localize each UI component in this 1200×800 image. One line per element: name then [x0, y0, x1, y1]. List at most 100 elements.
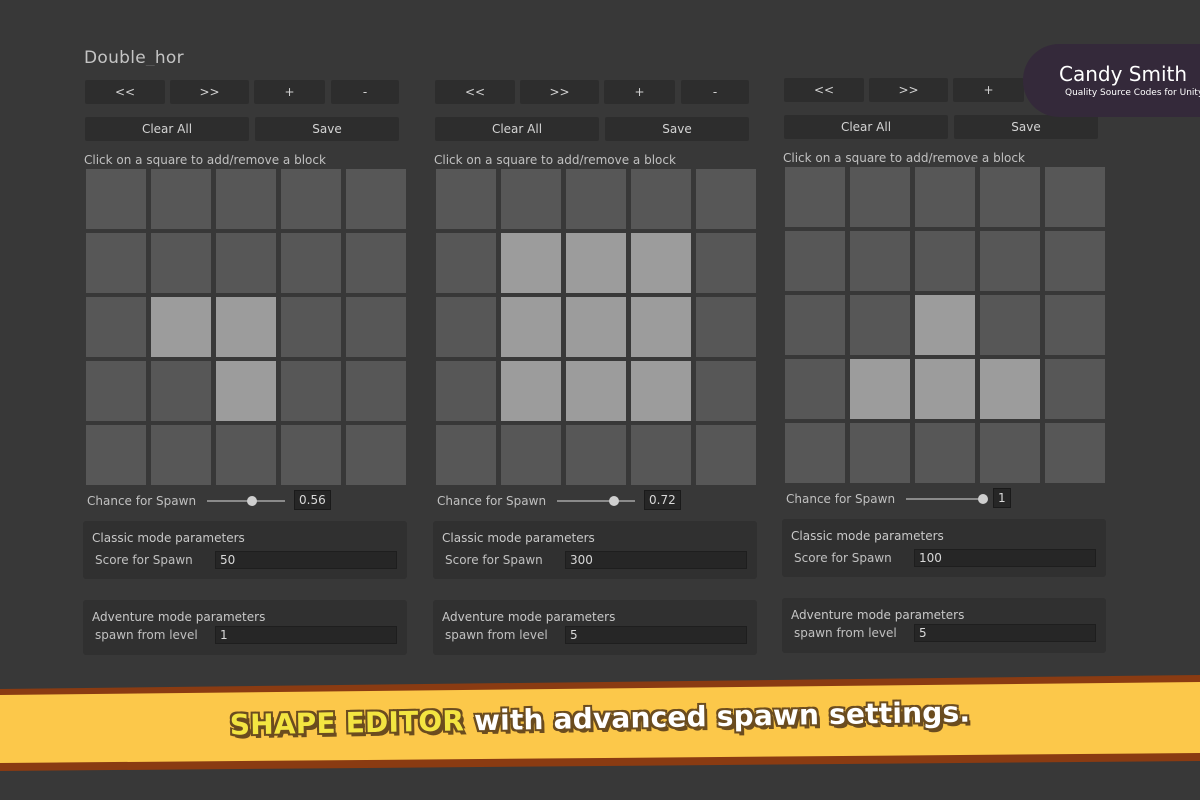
chance-slider-thumb[interactable] [978, 494, 988, 504]
save-button[interactable]: Save [605, 117, 749, 141]
grid-cell-filled[interactable] [501, 361, 561, 421]
grid-cell[interactable] [281, 169, 341, 229]
grid-cell-filled[interactable] [566, 233, 626, 293]
add-shape-button[interactable]: + [953, 78, 1024, 102]
grid-cell[interactable] [86, 425, 146, 485]
grid-cell[interactable] [86, 361, 146, 421]
add-shape-button[interactable]: + [604, 80, 675, 104]
next-shape-button[interactable]: >> [520, 80, 599, 104]
grid-cell[interactable] [566, 425, 626, 485]
grid-cell[interactable] [1045, 423, 1105, 483]
grid-cell-filled[interactable] [501, 297, 561, 357]
grid-cell[interactable] [850, 423, 910, 483]
grid-cell[interactable] [1045, 231, 1105, 291]
grid-cell[interactable] [151, 169, 211, 229]
grid-cell[interactable] [346, 297, 406, 357]
grid-cell[interactable] [151, 425, 211, 485]
grid-cell[interactable] [696, 233, 756, 293]
next-shape-button[interactable]: >> [170, 80, 249, 104]
grid-cell-filled[interactable] [915, 359, 975, 419]
score-input[interactable]: 50 [215, 551, 397, 569]
grid-cell[interactable] [216, 425, 276, 485]
grid-cell[interactable] [980, 231, 1040, 291]
prev-shape-button[interactable]: << [85, 80, 165, 104]
grid-cell[interactable] [281, 233, 341, 293]
grid-cell[interactable] [980, 295, 1040, 355]
grid-cell[interactable] [281, 361, 341, 421]
clear-all-button[interactable]: Clear All [435, 117, 599, 141]
grid-cell[interactable] [216, 233, 276, 293]
grid-cell[interactable] [785, 359, 845, 419]
grid-cell-filled[interactable] [501, 233, 561, 293]
grid-cell[interactable] [501, 425, 561, 485]
grid-cell[interactable] [86, 297, 146, 357]
grid-cell[interactable] [1045, 359, 1105, 419]
grid-cell-filled[interactable] [631, 361, 691, 421]
grid-cell-filled[interactable] [631, 297, 691, 357]
grid-cell[interactable] [566, 169, 626, 229]
score-input[interactable]: 300 [565, 551, 747, 569]
chance-slider[interactable] [207, 500, 285, 502]
grid-cell[interactable] [631, 425, 691, 485]
grid-cell-filled[interactable] [566, 297, 626, 357]
grid-cell-filled[interactable] [566, 361, 626, 421]
grid-cell-filled[interactable] [850, 359, 910, 419]
grid-cell[interactable] [151, 233, 211, 293]
grid-cell[interactable] [850, 231, 910, 291]
grid-cell[interactable] [980, 423, 1040, 483]
grid-cell[interactable] [1045, 167, 1105, 227]
grid-cell[interactable] [785, 167, 845, 227]
remove-shape-button[interactable]: - [681, 80, 749, 104]
save-button[interactable]: Save [954, 115, 1098, 139]
grid-cell[interactable] [281, 297, 341, 357]
grid-cell[interactable] [785, 423, 845, 483]
prev-shape-button[interactable]: << [784, 78, 864, 102]
level-input[interactable]: 1 [215, 626, 397, 644]
grid-cell[interactable] [501, 169, 561, 229]
grid-cell[interactable] [785, 295, 845, 355]
grid-cell-filled[interactable] [915, 295, 975, 355]
grid-cell[interactable] [785, 231, 845, 291]
grid-cell[interactable] [1045, 295, 1105, 355]
grid-cell[interactable] [696, 169, 756, 229]
grid-cell[interactable] [696, 361, 756, 421]
grid-cell-filled[interactable] [151, 297, 211, 357]
level-input[interactable]: 5 [565, 626, 747, 644]
grid-cell[interactable] [915, 167, 975, 227]
grid-cell[interactable] [86, 233, 146, 293]
chance-slider[interactable] [557, 500, 635, 502]
score-input[interactable]: 100 [914, 549, 1096, 567]
grid-cell[interactable] [696, 425, 756, 485]
chance-value-field[interactable]: 0.72 [644, 490, 681, 510]
grid-cell-filled[interactable] [216, 297, 276, 357]
grid-cell[interactable] [346, 169, 406, 229]
grid-cell[interactable] [346, 233, 406, 293]
save-button[interactable]: Save [255, 117, 399, 141]
grid-cell[interactable] [151, 361, 211, 421]
remove-shape-button[interactable]: - [331, 80, 399, 104]
chance-slider-thumb[interactable] [609, 496, 619, 506]
clear-all-button[interactable]: Clear All [85, 117, 249, 141]
grid-cell[interactable] [346, 361, 406, 421]
grid-cell[interactable] [980, 167, 1040, 227]
chance-slider[interactable] [906, 498, 984, 500]
grid-cell[interactable] [436, 361, 496, 421]
grid-cell[interactable] [346, 425, 406, 485]
chance-value-field[interactable]: 0.56 [294, 490, 331, 510]
grid-cell-filled[interactable] [216, 361, 276, 421]
grid-cell[interactable] [915, 231, 975, 291]
grid-cell[interactable] [281, 425, 341, 485]
grid-cell[interactable] [436, 297, 496, 357]
chance-slider-thumb[interactable] [247, 496, 257, 506]
grid-cell[interactable] [696, 297, 756, 357]
grid-cell[interactable] [850, 167, 910, 227]
grid-cell-filled[interactable] [980, 359, 1040, 419]
grid-cell[interactable] [850, 295, 910, 355]
clear-all-button[interactable]: Clear All [784, 115, 948, 139]
grid-cell[interactable] [436, 233, 496, 293]
grid-cell[interactable] [915, 423, 975, 483]
grid-cell[interactable] [436, 169, 496, 229]
grid-cell[interactable] [216, 169, 276, 229]
prev-shape-button[interactable]: << [435, 80, 515, 104]
next-shape-button[interactable]: >> [869, 78, 948, 102]
